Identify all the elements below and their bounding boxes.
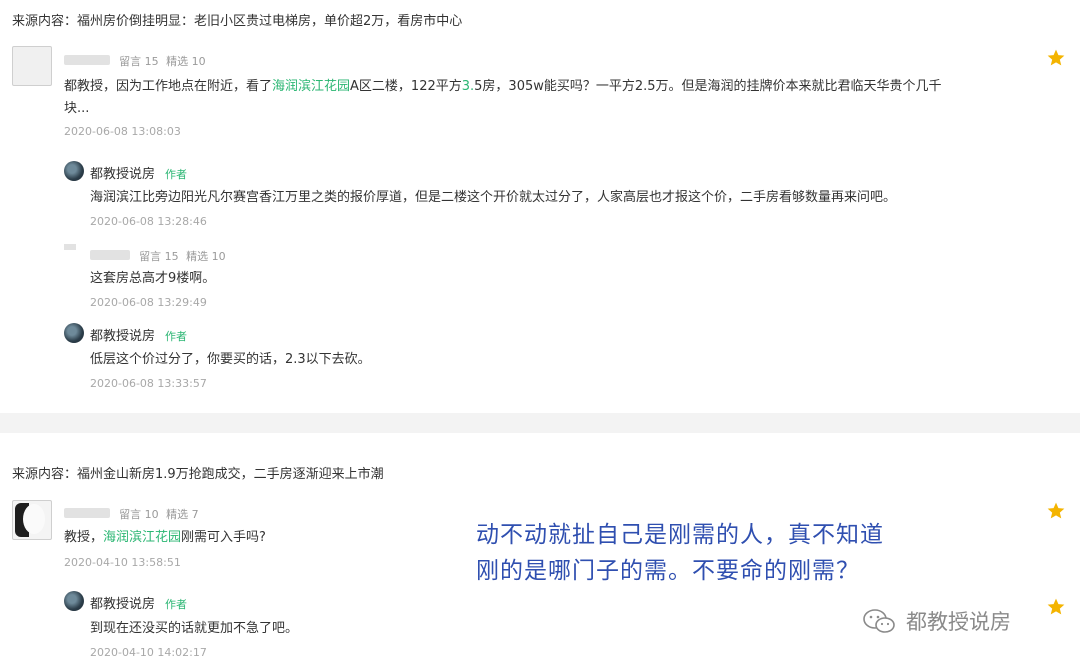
message-count: 留言 15	[139, 250, 179, 263]
wechat-icon	[863, 609, 895, 633]
annotation-text: 动不动就扯自己是刚需的人，真不知道 刚的是哪门子的需。不要命的刚需？	[476, 517, 884, 589]
comment-text: 教授，海润滨江花园刚需可入手吗?	[64, 530, 266, 545]
message-count: 留言 10	[119, 508, 159, 521]
star-icon[interactable]	[1046, 501, 1066, 521]
reply-author: 都教授说房 作者	[90, 325, 187, 344]
watermark-text: 都教授说房	[906, 610, 1011, 634]
reply-author: 都教授说房 作者	[90, 163, 187, 182]
comment-header: 留言 15 精选 10	[64, 50, 206, 69]
star-icon[interactable]	[1046, 48, 1066, 68]
watermark: 都教授说房	[862, 606, 1011, 636]
reply-timestamp: 2020-06-08 13:28:46	[90, 215, 207, 228]
source-title-2[interactable]: 来源内容：福州金山新房1.9万抢跑成交，二手房逐渐迎来上市潮	[12, 463, 384, 482]
author-name: 都教授说房	[90, 597, 156, 612]
keyword-link[interactable]: 海润滨江花园	[103, 530, 181, 545]
reply-text: 到现在还没买的话就更加不急了吧。	[90, 621, 299, 636]
author-avatar	[64, 323, 84, 343]
avatar[interactable]	[12, 46, 52, 86]
author-badge: 作者	[165, 598, 188, 611]
featured-count: 精选 10	[186, 250, 226, 263]
username-redacted	[64, 55, 110, 65]
reply-timestamp: 2020-04-10 14:02:17	[90, 646, 207, 659]
message-count: 留言 15	[119, 55, 159, 68]
author-name: 都教授说房	[90, 329, 156, 344]
reply-timestamp: 2020-06-08 13:33:57	[90, 377, 207, 390]
reply-text: 低层这个价过分了，你要买的话，2.3以下去砍。	[90, 352, 371, 367]
featured-count: 精选 7	[166, 508, 199, 521]
username-redacted	[64, 508, 110, 518]
source-title-1[interactable]: 来源内容：福州房价倒挂明显：老旧小区贵过电梯房，单价超2万，看房市中心	[12, 10, 462, 29]
star-icon[interactable]	[1046, 597, 1066, 617]
comment-timestamp: 2020-06-08 13:08:03	[64, 125, 181, 138]
annotation-line-2: 刚的是哪门子的需。不要命的刚需？	[476, 558, 860, 584]
username-redacted	[90, 250, 130, 260]
followup-text: 这套房总高才9楼啊。	[90, 271, 216, 286]
author-avatar	[64, 591, 84, 611]
reply-text: 海润滨江比旁边阳光凡尔赛宫香江万里之类的报价厚道，但是二楼这个开价就太过分了，人…	[90, 190, 897, 205]
author-badge: 作者	[165, 330, 188, 343]
avatar[interactable]	[64, 244, 76, 250]
annotation-line-1: 动不动就扯自己是刚需的人，真不知道	[476, 522, 884, 548]
author-name: 都教授说房	[90, 167, 156, 182]
author-avatar	[64, 161, 84, 181]
author-badge: 作者	[165, 168, 188, 181]
comment-header: 留言 10 精选 7	[64, 503, 199, 522]
comment-text: 都教授，因为工作地点在附近，看了海润滨江花园A区二楼，122平方3.5房，305…	[64, 79, 942, 116]
keyword-link[interactable]: 海润滨江花园	[272, 79, 350, 94]
followup-timestamp: 2020-06-08 13:29:49	[90, 296, 207, 309]
featured-count: 精选 10	[166, 55, 206, 68]
avatar[interactable]	[12, 500, 52, 540]
reply-author: 都教授说房 作者	[90, 593, 187, 612]
comment-header: 留言 15 精选 10	[90, 245, 226, 264]
comment-timestamp: 2020-04-10 13:58:51	[64, 556, 181, 569]
section-divider	[0, 413, 1080, 433]
